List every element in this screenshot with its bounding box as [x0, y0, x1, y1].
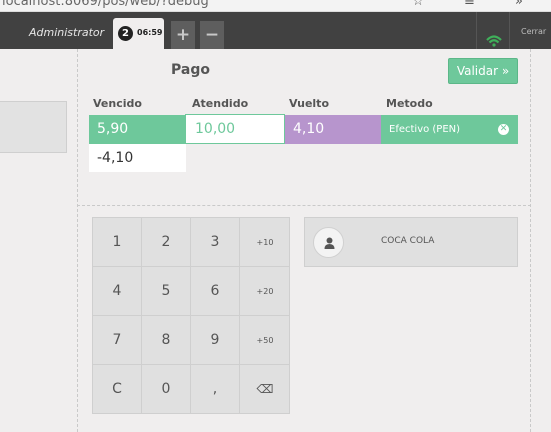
key-comma[interactable]: , — [191, 365, 240, 413]
pos-topbar: Administrator — [0, 12, 551, 49]
key-6[interactable]: 6 — [191, 267, 240, 316]
header-tendered: Atendido — [192, 97, 249, 110]
key-1[interactable]: 1 — [93, 218, 142, 267]
browser-url-bar[interactable]: localhost:8069/pos/web/?debug ☆ ≡ » — [0, 0, 551, 12]
header-due: Vencido — [93, 97, 142, 110]
url-text[interactable]: localhost:8069/pos/web/?debug — [2, 0, 209, 9]
key-5[interactable]: 5 — [142, 267, 191, 316]
remove-order-button[interactable]: − — [200, 21, 224, 49]
header-method: Metodo — [386, 97, 433, 110]
due-amount: 5,90 — [89, 115, 186, 144]
orderline-panel — [0, 101, 67, 153]
connection-status[interactable] — [476, 12, 510, 49]
divider — [77, 49, 78, 432]
payment-method-label: Efectivo (PEN) — [389, 124, 461, 135]
order-time: 06:59 — [137, 28, 163, 37]
product-name: COCA COLA — [381, 236, 435, 246]
wifi-icon — [486, 35, 502, 47]
key-0[interactable]: 0 — [142, 365, 191, 413]
validate-button[interactable]: Validar » — [448, 58, 518, 84]
key-plus-20[interactable]: +20 — [240, 267, 290, 316]
remove-payment-icon[interactable]: ✕ — [498, 124, 509, 135]
key-plus-10[interactable]: +10 — [240, 218, 290, 267]
key-4[interactable]: 4 — [93, 267, 142, 316]
close-button[interactable]: Cerrar — [521, 27, 546, 36]
browser-toolbar-icons[interactable]: ☆ ≡ » — [412, 0, 541, 9]
key-plus-50[interactable]: +50 — [240, 316, 290, 365]
key-8[interactable]: 8 — [142, 316, 191, 365]
payment-method[interactable]: Efectivo (PEN) ✕ — [381, 115, 518, 144]
key-clear[interactable]: C — [93, 365, 142, 413]
order-tab[interactable]: 2 06:59 — [113, 18, 164, 49]
key-3[interactable]: 3 — [191, 218, 240, 267]
key-2[interactable]: 2 — [142, 218, 191, 267]
header-change: Vuelto — [289, 97, 329, 110]
order-number-badge: 2 — [118, 26, 133, 41]
remaining-amount: -4,10 — [89, 144, 186, 172]
avatar — [313, 227, 344, 258]
backspace-icon[interactable]: ⌫ — [240, 365, 290, 413]
key-9[interactable]: 9 — [191, 316, 240, 365]
numpad: 1 2 3 +10 4 5 6 +20 7 8 9 +50 C 0 , ⌫ — [92, 217, 290, 414]
divider — [530, 49, 531, 432]
user-icon — [324, 237, 335, 249]
product-button[interactable]: COCA COLA — [304, 217, 518, 267]
change-amount: 4,10 — [285, 115, 381, 144]
page-title: Pago — [171, 62, 210, 78]
user-name[interactable]: Administrator — [29, 26, 104, 39]
divider — [77, 205, 531, 206]
add-order-button[interactable]: + — [171, 21, 195, 49]
key-7[interactable]: 7 — [93, 316, 142, 365]
tendered-input[interactable]: 10,00 — [185, 114, 285, 144]
